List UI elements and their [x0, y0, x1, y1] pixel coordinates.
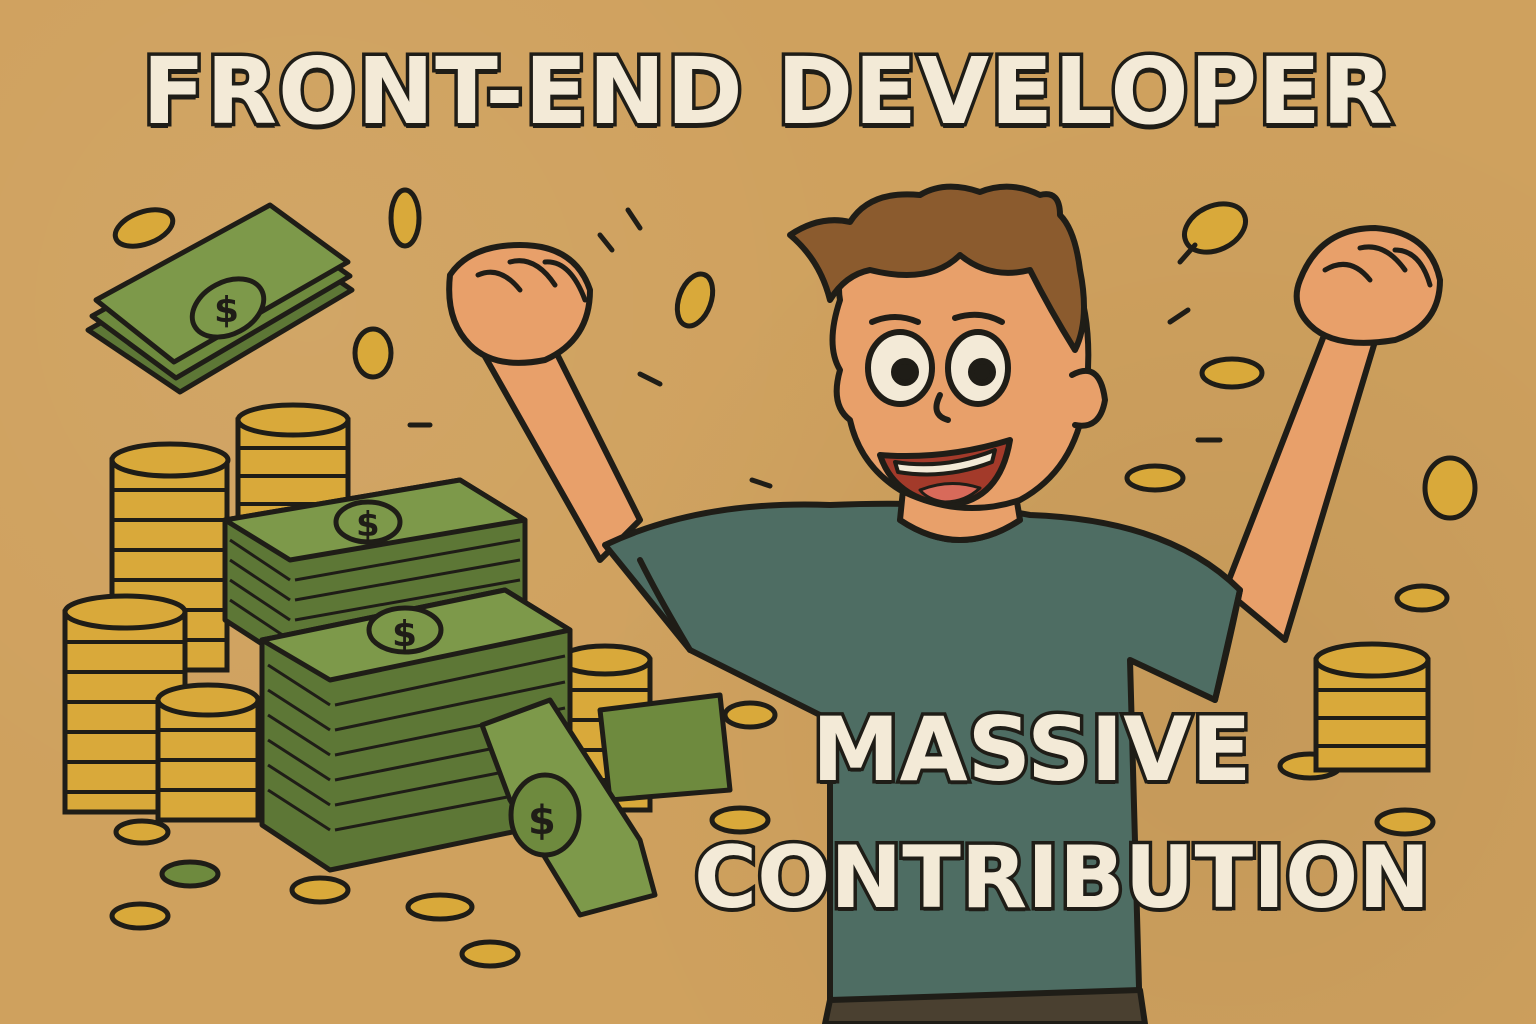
coin-stack-right	[1313, 641, 1431, 773]
svg-text:$: $	[214, 290, 239, 331]
svg-text:$: $	[528, 798, 556, 844]
caption-line-1: MASSIVE	[808, 695, 1254, 805]
page-title: FRONT-END DEVELOPER	[139, 35, 1396, 149]
svg-text:$: $	[392, 614, 417, 655]
svg-text:$: $	[356, 505, 380, 545]
illustration-canvas: $ $ $ $ FRONT-END DEVELOPER MASSIVE CONT…	[0, 0, 1536, 1024]
caption-line-2: CONTRIBUTION	[690, 825, 1433, 932]
